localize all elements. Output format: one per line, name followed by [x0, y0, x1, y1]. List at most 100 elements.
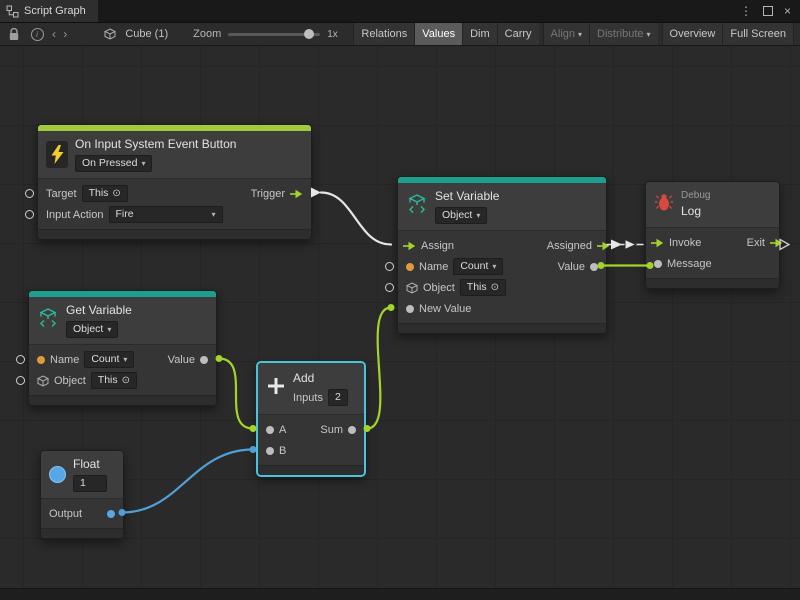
- value-output-port[interactable]: [200, 356, 208, 364]
- a-input-port[interactable]: [266, 426, 274, 434]
- menu-kebab-icon[interactable]: ⋮: [740, 4, 752, 18]
- name-type-port[interactable]: [37, 356, 45, 364]
- dim-button[interactable]: Dim: [462, 23, 497, 45]
- assign-input-port[interactable]: [403, 241, 416, 251]
- input-action-label: Input Action: [46, 209, 104, 221]
- node-footer: [29, 395, 216, 405]
- object-input-port[interactable]: [16, 376, 25, 385]
- node-title: Set Variable: [435, 189, 499, 204]
- cube-icon: [102, 25, 118, 43]
- wire-getvalue-to-a: [219, 359, 253, 429]
- debug-log-body: Invoke Exit Message: [646, 227, 779, 278]
- row-name: Name Count▾ Value: [398, 256, 606, 277]
- name-type-port[interactable]: [406, 263, 414, 271]
- new-value-input-port[interactable]: [406, 305, 414, 313]
- inputs-count-field[interactable]: 2: [328, 389, 348, 406]
- node-debug-log[interactable]: Debug Log Invoke Exit Message: [645, 181, 780, 289]
- row-b: B: [258, 440, 364, 461]
- full-screen-button[interactable]: Full Screen: [722, 23, 794, 45]
- sum-label: Sum: [320, 424, 343, 436]
- target-icon: ⊙: [491, 281, 499, 294]
- object-this-selector[interactable]: This⊙: [460, 279, 506, 296]
- graph-owner-label: Cube (1): [125, 28, 168, 40]
- node-on-input-system-event-button[interactable]: On Input System Event Button On Pressed▾…: [37, 124, 312, 240]
- value-output-port[interactable]: [590, 263, 598, 271]
- chevron-down-icon: ▾: [476, 209, 480, 222]
- close-icon[interactable]: ×: [784, 4, 791, 18]
- variable-cube-icon: [37, 307, 59, 334]
- name-label: Name: [419, 261, 448, 273]
- output-port[interactable]: [107, 510, 115, 518]
- tab-label: Script Graph: [24, 5, 86, 17]
- zoom-slider[interactable]: [228, 33, 320, 36]
- variable-scope-dropdown[interactable]: Object▾: [435, 207, 487, 224]
- object-input-port[interactable]: [385, 283, 394, 292]
- name-input-port[interactable]: [16, 355, 25, 364]
- node-footer: [646, 278, 779, 288]
- variable-scope-dropdown[interactable]: Object▾: [66, 321, 118, 338]
- lock-icon[interactable]: [6, 25, 22, 43]
- input-action-dropdown[interactable]: Fire▾: [109, 206, 223, 223]
- variable-name-dropdown[interactable]: Count▾: [453, 258, 503, 275]
- node-set-variable[interactable]: Set Variable Object▾ Assign Assigned Nam: [397, 176, 607, 334]
- relations-button[interactable]: Relations: [353, 23, 414, 45]
- plus-icon: [266, 376, 286, 401]
- variable-name-dropdown[interactable]: Count▾: [84, 351, 134, 368]
- graph-canvas[interactable]: On Input System Event Button On Pressed▾…: [0, 46, 800, 600]
- object-this-selector[interactable]: This⊙: [91, 372, 137, 389]
- input-action-port[interactable]: [25, 210, 34, 219]
- node-add[interactable]: Add Inputs 2 A Sum: [257, 362, 365, 476]
- target-this-selector[interactable]: This⊙: [82, 185, 128, 202]
- chevron-down-icon: ▾: [211, 208, 215, 221]
- chevron-down-icon: ▾: [107, 323, 111, 336]
- trigger-output-port[interactable]: [290, 189, 303, 199]
- carry-button[interactable]: Carry: [497, 23, 539, 45]
- assigned-label: Assigned: [547, 240, 592, 252]
- row-object: Object This⊙: [398, 277, 606, 298]
- assigned-output-port[interactable]: [597, 241, 610, 251]
- tab-script-graph[interactable]: Script Graph: [0, 0, 98, 22]
- node-get-variable[interactable]: Get Variable Object▾ Name Count▾ Value: [28, 290, 217, 406]
- node-footer: [41, 528, 123, 538]
- node-float[interactable]: Float 1 Output: [40, 450, 124, 539]
- collapse-icon[interactable]: ‹ ›: [52, 25, 69, 43]
- b-input-port[interactable]: [266, 447, 274, 455]
- info-icon[interactable]: i: [29, 25, 45, 43]
- distribute-button[interactable]: Distribute▾: [589, 23, 657, 45]
- chevron-down-icon: ▾: [647, 30, 651, 39]
- float-value-field[interactable]: 1: [73, 475, 107, 492]
- wire-arrowhead: [625, 240, 636, 250]
- align-button[interactable]: Align▾: [543, 23, 589, 45]
- set-variable-header: Set Variable Object▾: [398, 183, 606, 230]
- node-category: Debug: [681, 190, 710, 202]
- debug-log-header: Debug Log: [646, 182, 779, 227]
- event-mode-dropdown[interactable]: On Pressed▾: [75, 155, 152, 172]
- object-label: Object: [423, 282, 455, 294]
- sum-output-port[interactable]: [348, 426, 356, 434]
- node-title: Float: [73, 457, 100, 472]
- row-object: Object This⊙: [29, 370, 216, 391]
- row-invoke: Invoke Exit: [646, 232, 779, 253]
- chevron-down-icon: ▾: [141, 157, 145, 170]
- node-title: Get Variable: [66, 303, 132, 318]
- maximize-icon[interactable]: [763, 6, 773, 16]
- name-label: Name: [50, 354, 79, 366]
- zoom-slider-handle[interactable]: [304, 29, 314, 39]
- row-new-value: New Value: [398, 298, 606, 319]
- invoke-input-port[interactable]: [651, 238, 664, 248]
- bug-icon: [654, 192, 674, 217]
- name-input-port[interactable]: [385, 262, 394, 271]
- output-label: Output: [49, 508, 82, 520]
- set-variable-body: Assign Assigned Name Count▾ Value: [398, 230, 606, 323]
- message-input-port[interactable]: [654, 260, 662, 268]
- object-label: Object: [54, 375, 86, 387]
- values-button[interactable]: Values: [414, 23, 462, 45]
- assign-label: Assign: [421, 240, 454, 252]
- wire-trigger-to-assign: [321, 193, 391, 245]
- wire-endpoint: [388, 304, 395, 311]
- overview-button[interactable]: Overview: [662, 23, 723, 45]
- target-input-port[interactable]: [25, 189, 34, 198]
- row-output: Output: [41, 503, 123, 524]
- exit-output-port[interactable]: [770, 238, 783, 248]
- wire-endpoint: [250, 425, 257, 432]
